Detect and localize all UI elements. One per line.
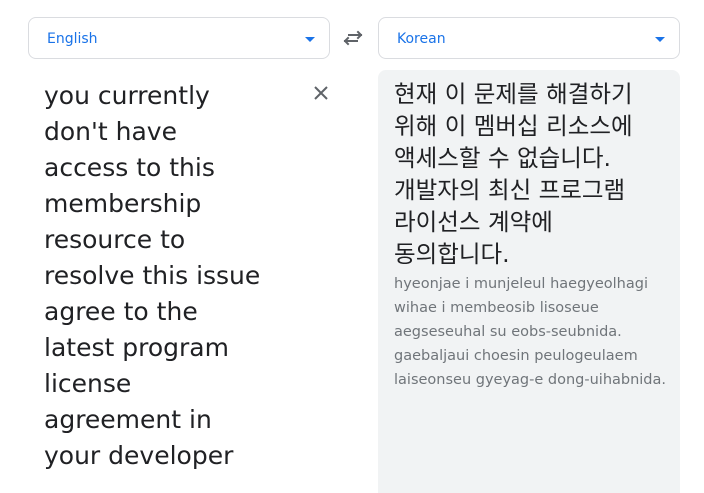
source-language-select[interactable]: English: [28, 17, 330, 59]
close-icon: [314, 86, 328, 100]
clear-source-button[interactable]: [312, 84, 330, 102]
translation-panel: 현재 이 문제를 해결하기 위해 이 멤버십 리소스에 액세스할 수 없습니다.…: [378, 70, 680, 493]
swap-languages-button[interactable]: [340, 26, 366, 50]
source-text-panel[interactable]: you currently don't have access to this …: [28, 70, 338, 493]
triangle-down-icon: [655, 37, 665, 42]
target-language-label: Korean: [397, 31, 446, 47]
romanization-text: hyeonjae i munjeleul haegyeolhagi wihae …: [394, 276, 667, 388]
source-language-label: English: [47, 31, 98, 47]
translate-page: English Korean you currently don't have …: [0, 0, 704, 493]
source-text-input[interactable]: you currently don't have access to this …: [44, 78, 294, 474]
target-language-select[interactable]: Korean: [378, 17, 680, 59]
triangle-down-icon: [305, 37, 315, 42]
swap-arrows-icon: [343, 30, 363, 46]
translation-text: 현재 이 문제를 해결하기 위해 이 멤버십 리소스에 액세스할 수 없습니다.…: [394, 80, 633, 268]
